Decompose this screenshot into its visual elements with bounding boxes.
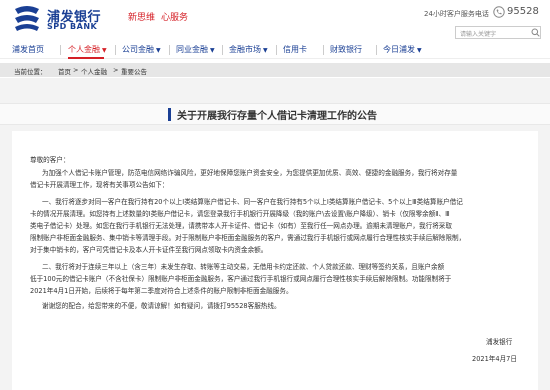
nav-item-label: 财致银行 <box>330 45 362 54</box>
nav-item-home[interactable]: 浦发首页 <box>12 41 44 59</box>
nav-item-today-spdb[interactable]: 今日浦发 ▼ <box>383 41 422 59</box>
nav-item-interbank-finance[interactable]: 同业金融 ▼ <box>176 41 215 59</box>
breadcrumb-personal-finance[interactable]: 个人金融 <box>81 66 107 76</box>
breadcrumb-separator: > <box>73 66 79 74</box>
slogan-part-1: 新思维 <box>128 13 156 23</box>
nav-item-label: 同业金融 <box>176 45 208 54</box>
nav-item-financial-markets[interactable]: 金融市场 ▼ <box>229 41 268 59</box>
nav-item-label: 浦发首页 <box>12 45 44 54</box>
chevron-down-icon: ▼ <box>156 47 161 54</box>
nav-divider <box>169 45 170 55</box>
article-closing: 谢谢您的配合，给您带来的不便，敬请谅解！如有疑问，请拨打95528客服热线。 <box>42 302 281 310</box>
slogan: 新思维 心服务 <box>128 10 188 23</box>
nav-item-label: 公司金融 <box>122 45 154 54</box>
article-paragraph: 借记卡开展清理工作，现将有关事项公告如下： <box>30 181 169 189</box>
article-paragraph: 类电子借记卡）处理。如您在我行手机银行无法处理，请携带本人开卡证件、借记卡（如有… <box>30 222 452 230</box>
spd-logo-icon[interactable] <box>12 5 42 31</box>
nav-item-credit-card[interactable]: 信用卡 <box>283 41 307 59</box>
article-paragraph: 限制账户非柜面金融服务、集中销卡等清理手段。对于限制账户非柜面金融服务的客户，需… <box>30 234 466 242</box>
phone-icon <box>493 6 505 18</box>
nav-divider <box>115 45 116 55</box>
article-paragraph: 低于100元的借记卡账户（不含社保卡）限制账户非柜面金融服务，客户通过我行手机银… <box>30 275 452 283</box>
article-paragraph: 一、我行将逐步对同一客户在我行持有20个以上Ⅰ类结算账户借记卡、同一客户在我行持… <box>42 198 463 206</box>
nav-divider <box>222 45 223 55</box>
nav-divider <box>323 45 324 55</box>
slogan-part-2: 心服务 <box>161 13 189 23</box>
article-paragraph: 2021年4月1日开始，后续将于每年第二季度对符合上述条件的账户限制非柜面金融服… <box>30 287 293 295</box>
search-input[interactable]: 请输入关键字 <box>455 26 541 39</box>
breadcrumb-prefix: 当前位置： <box>14 68 47 76</box>
nav-active-indicator <box>68 57 104 59</box>
nav-item-label: 金融市场 <box>229 45 261 54</box>
chevron-down-icon: ▼ <box>210 47 215 54</box>
header: 浦发银行 SPD BANK 新思维 心服务 24小时客户服务电话 95528 请输… <box>0 0 550 39</box>
breadcrumb-current: 重要公告 <box>121 68 147 76</box>
page-title: 关于开展我行存量个人借记卡清理工作的公告 <box>177 111 377 122</box>
search-icon[interactable] <box>531 28 540 37</box>
breadcrumb-home[interactable]: 首页 <box>58 66 71 76</box>
hotline-number: 95528 <box>507 6 539 17</box>
brand-name-en[interactable]: SPD BANK <box>47 22 97 31</box>
article-signature: 浦发银行 <box>486 338 513 346</box>
nav-divider <box>60 45 61 55</box>
article-paragraph: 二、我行将对于连续三年以上（含三年）未发生存取、转账等主动交易，无借用卡约定还款… <box>42 263 445 271</box>
breadcrumb-separator: > <box>113 66 119 74</box>
nav-item-label: 个人金融 <box>68 45 100 54</box>
nav-divider <box>376 45 377 55</box>
article-date: 2021年4月7日 <box>472 355 517 363</box>
nav-item-caizhi-bank[interactable]: 财致银行 <box>330 41 362 59</box>
title-marker <box>168 108 171 121</box>
article-paragraph: 对于集中销卡的，客户可凭借记卡及本人开卡证件至我行网点领取卡内资金余额。 <box>30 246 268 254</box>
article-greeting: 尊敬的客户： <box>30 156 70 164</box>
nav-item-label: 信用卡 <box>283 45 307 54</box>
article-paragraph: 卡的情况开展清理。如您持有上述数量的Ⅰ类账户借记卡，请您登录我行手机银行开展降级… <box>30 210 450 218</box>
chevron-down-icon: ▼ <box>417 47 422 54</box>
article-paragraph: 为加强个人借记卡账户管理，防范电信网络诈骗风险，更好地保障您账户资金安全，为您提… <box>42 169 458 177</box>
hotline-label: 24小时客户服务电话 <box>424 10 489 18</box>
nav-divider <box>276 45 277 55</box>
chevron-down-icon: ▼ <box>263 47 268 54</box>
nav-item-corporate-finance[interactable]: 公司金融 ▼ <box>122 41 161 59</box>
nav-item-label: 今日浦发 <box>383 45 415 54</box>
